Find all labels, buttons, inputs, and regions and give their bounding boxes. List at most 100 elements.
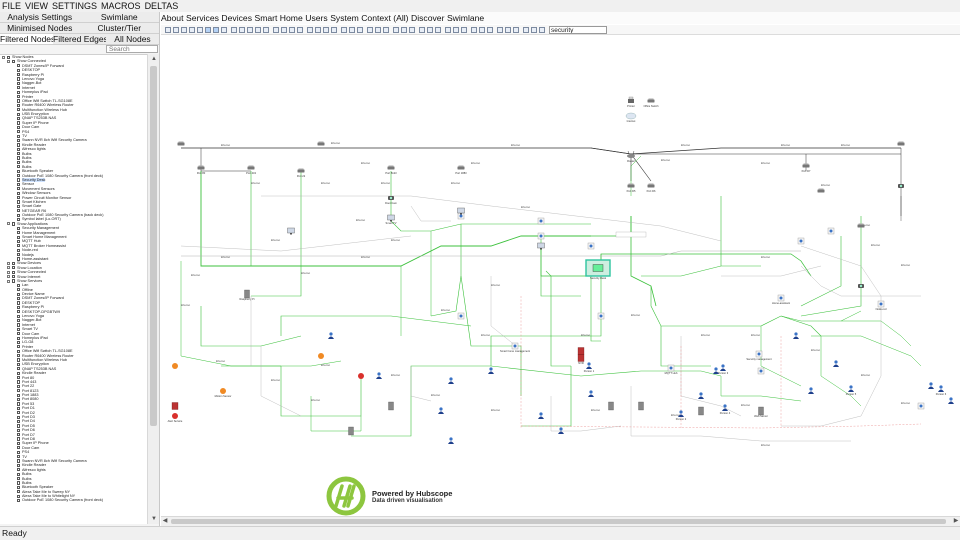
edge[interactable] — [540, 246, 812, 277]
scroll-up-icon[interactable]: ▲ — [148, 54, 160, 64]
tree-checkbox[interactable] — [17, 402, 21, 406]
edge[interactable] — [490, 365, 642, 377]
app-node-icon[interactable] — [587, 242, 595, 250]
person-5-node[interactable]: Person 5 — [846, 385, 857, 396]
tree-checkbox[interactable] — [12, 266, 16, 270]
nav-system-context-all[interactable]: System Context (All) — [330, 13, 408, 23]
tree-checkbox[interactable] — [17, 112, 21, 116]
user-node-icon[interactable] — [376, 372, 382, 379]
tree-checkbox[interactable] — [17, 147, 21, 151]
security-desk-node[interactable]: Security Desk — [585, 259, 611, 280]
edge[interactable] — [251, 171, 302, 297]
expand-icon[interactable] — [7, 270, 10, 274]
tree-checkbox[interactable] — [17, 490, 21, 494]
tree-checkbox[interactable] — [17, 187, 21, 191]
toolbar-button[interactable] — [173, 26, 179, 33]
tree-checkbox[interactable] — [17, 419, 21, 424]
app-node-icon[interactable] — [537, 232, 545, 240]
toolbar-button[interactable] — [331, 26, 337, 33]
toolbar-button[interactable] — [409, 26, 415, 33]
expand-icon[interactable] — [2, 55, 5, 59]
toolbar-button[interactable] — [273, 26, 279, 33]
port-8123-node[interactable]: Port 8123 — [385, 165, 397, 176]
server-node-icon[interactable] — [388, 401, 394, 411]
tree-checkbox[interactable] — [17, 314, 21, 318]
nav-smart-home[interactable]: Smart Home — [255, 13, 303, 23]
tree-checkbox[interactable] — [17, 362, 21, 367]
toolbar-button[interactable] — [445, 26, 451, 33]
app-node-icon[interactable] — [757, 367, 765, 375]
edge[interactable] — [780, 315, 822, 337]
tree-checkbox[interactable] — [17, 134, 21, 138]
edge[interactable] — [280, 315, 472, 336]
edge[interactable] — [351, 365, 491, 437]
tree-checkbox[interactable] — [12, 279, 16, 283]
person-1-node[interactable]: Person 1 — [584, 362, 595, 373]
toolbar-button[interactable] — [323, 26, 329, 33]
tree-checkbox[interactable] — [17, 239, 21, 244]
user-node-icon[interactable] — [558, 427, 564, 434]
expand-icon[interactable] — [7, 261, 10, 265]
tree-checkbox[interactable] — [12, 270, 16, 274]
expand-icon[interactable] — [7, 59, 10, 63]
edge[interactable] — [521, 366, 572, 427]
toolbar-button[interactable] — [247, 26, 253, 33]
edge[interactable] — [545, 270, 571, 367]
tree-checkbox[interactable] — [17, 296, 21, 301]
tree-checkbox[interactable] — [17, 441, 21, 446]
edge[interactable] — [520, 423, 922, 429]
tree-checkbox[interactable] — [17, 406, 21, 410]
tree-checkbox[interactable] — [17, 156, 21, 160]
tree-checkbox[interactable] — [17, 191, 21, 195]
tab-all-nodes[interactable]: All Nodes — [106, 34, 159, 44]
user-node-icon[interactable] — [588, 390, 594, 397]
nav-devices[interactable]: Devices — [221, 13, 252, 23]
tree-checkbox[interactable] — [17, 99, 21, 103]
menu-settings[interactable]: SETTINGS — [52, 1, 97, 11]
toolbar-button[interactable] — [427, 26, 433, 33]
tree-checkbox[interactable] — [17, 498, 21, 503]
tree-checkbox[interactable] — [17, 77, 21, 81]
tree-checkbox[interactable] — [17, 152, 21, 156]
web-server-node[interactable]: Web Server — [754, 406, 768, 418]
server-node-icon[interactable] — [348, 426, 354, 436]
tree-item[interactable]: Outdoor PoE 1080 Security Camera (front … — [0, 498, 147, 502]
menu-macros[interactable]: MACROS — [101, 1, 141, 11]
tree-checkbox[interactable] — [17, 336, 21, 340]
switch-node-icon[interactable] — [857, 223, 865, 228]
port-d7-node[interactable]: Port D7 — [802, 163, 811, 174]
mqtt-hub-node[interactable]: MQTT Hub — [665, 364, 678, 375]
port-1883-node[interactable]: Port 1883 — [455, 165, 467, 176]
tree-checkbox[interactable] — [17, 125, 21, 129]
tree-checkbox[interactable] — [17, 494, 21, 498]
app-node-icon[interactable] — [457, 312, 465, 320]
tree-checkbox[interactable] — [17, 472, 21, 476]
switch-node-icon[interactable] — [177, 141, 185, 146]
edge[interactable] — [200, 171, 591, 267]
tree-checkbox[interactable] — [17, 389, 21, 393]
tree-checkbox[interactable] — [17, 446, 21, 450]
user-node-icon[interactable] — [928, 382, 934, 389]
tab-minimised-nodes[interactable]: Minimised Nodes — [0, 23, 80, 33]
edge[interactable] — [641, 265, 722, 277]
office-switch-node[interactable]: Office Switch — [643, 98, 659, 109]
toolbar-button[interactable] — [513, 26, 519, 33]
edge[interactable] — [811, 335, 922, 367]
node-red-node[interactable]: Node-red — [876, 300, 887, 311]
toolbar-button[interactable] — [505, 26, 511, 33]
tree-checkbox[interactable] — [17, 95, 21, 99]
expand-icon[interactable] — [7, 222, 10, 226]
tree-checkbox[interactable] — [17, 397, 21, 402]
edge[interactable] — [280, 366, 362, 417]
toolbar-button[interactable] — [479, 26, 485, 33]
tree-checkbox[interactable] — [17, 160, 21, 165]
home-assistant-node[interactable]: Home-assistant — [772, 294, 790, 305]
tree-checkbox[interactable] — [17, 354, 21, 358]
toolbar-button[interactable] — [239, 26, 245, 33]
raspberry-pi-node[interactable]: Raspberry Pi — [240, 289, 255, 301]
toolbar-button[interactable] — [205, 26, 211, 33]
server-node-icon[interactable] — [698, 406, 704, 416]
canvas-h-scrollbar[interactable]: ◀ ▶ — [161, 516, 960, 526]
tree-checkbox[interactable] — [17, 226, 21, 230]
tree-checkbox[interactable] — [17, 428, 21, 432]
